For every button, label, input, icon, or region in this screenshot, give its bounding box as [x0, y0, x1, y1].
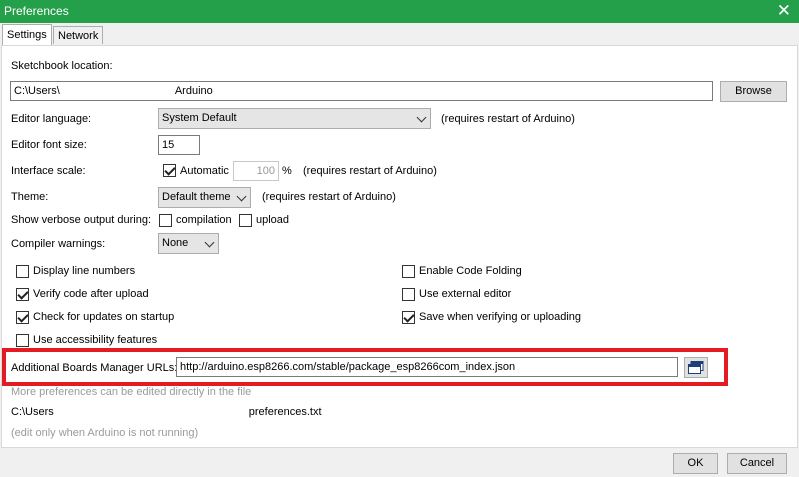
check-updates-label: Check for updates on startup	[33, 311, 175, 323]
tab-strip	[0, 23, 799, 45]
verify-code-label: Verify code after upload	[33, 288, 149, 300]
check-updates-checkbox[interactable]	[16, 311, 29, 324]
redacted-path	[53, 406, 249, 419]
compiler-warnings-select[interactable]: None	[158, 233, 219, 254]
more-prefs-text: More preferences can be edited directly …	[11, 386, 252, 398]
compiler-warnings-value: None	[162, 237, 189, 249]
prefs-path-end: preferences.txt	[248, 406, 322, 418]
cancel-button[interactable]: Cancel	[727, 453, 787, 474]
code-folding-label: Enable Code Folding	[419, 265, 522, 277]
sketchbook-path-start: C:\Users\	[14, 85, 60, 97]
check-icon	[17, 288, 29, 300]
save-on-verify-checkbox[interactable]	[402, 311, 415, 324]
display-line-numbers-checkbox[interactable]	[16, 265, 29, 278]
automatic-label: Automatic	[180, 165, 229, 177]
editor-language-value: System Default	[162, 112, 237, 124]
theme-value: Default theme	[162, 191, 231, 203]
editor-language-label: Editor language:	[11, 113, 92, 125]
sketchbook-path-input[interactable]: C:\Users\ Arduino	[10, 81, 713, 101]
chevron-down-icon	[416, 112, 427, 123]
editor-language-select[interactable]: System Default	[158, 108, 431, 129]
window-title: Preferences	[4, 4, 69, 18]
font-size-label: Editor font size:	[11, 139, 87, 151]
check-icon	[403, 311, 415, 323]
scale-unit: %	[282, 165, 292, 177]
editor-language-note: (requires restart of Arduino)	[441, 113, 575, 125]
prefs-path-start: C:\Users	[11, 406, 54, 418]
open-url-list-button[interactable]	[684, 357, 708, 378]
save-on-verify-label: Save when verifying or uploading	[419, 311, 582, 323]
interface-scale-label: Interface scale:	[11, 165, 86, 177]
close-icon[interactable]: ✕	[777, 1, 791, 21]
display-line-numbers-label: Display line numbers	[33, 265, 136, 277]
prefs-file-path: C:\Users preferences.txt	[11, 406, 322, 419]
browse-button[interactable]: Browse	[720, 81, 787, 102]
automatic-checkbox[interactable]	[163, 164, 176, 177]
edit-note-text: (edit only when Arduino is not running)	[11, 427, 199, 439]
compilation-label: compilation	[176, 214, 232, 226]
upload-label: upload	[256, 214, 290, 226]
upload-checkbox[interactable]	[239, 214, 252, 227]
tab-network[interactable]: Network	[53, 26, 104, 44]
boards-urls-input[interactable]: http://arduino.esp8266.com/stable/packag…	[176, 357, 678, 377]
accessibility-checkbox[interactable]	[16, 334, 29, 347]
ok-button[interactable]: OK	[673, 453, 718, 474]
chevron-down-icon	[236, 191, 247, 202]
sketchbook-path-end: Arduino	[174, 85, 213, 97]
compilation-checkbox[interactable]	[159, 214, 172, 227]
theme-select[interactable]: Default theme	[158, 187, 251, 208]
interface-scale-note: (requires restart of Arduino)	[303, 165, 437, 177]
external-editor-label: Use external editor	[419, 288, 512, 300]
boards-urls-label: Additional Boards Manager URLs:	[11, 362, 178, 374]
check-icon	[17, 311, 29, 323]
theme-label: Theme:	[11, 191, 49, 203]
check-icon	[164, 164, 176, 176]
redacted-username	[59, 82, 175, 94]
chevron-down-icon	[204, 237, 215, 248]
theme-note: (requires restart of Arduino)	[262, 191, 396, 203]
title-bar	[0, 0, 799, 23]
verbose-label: Show verbose output during:	[11, 214, 152, 226]
window-icon	[688, 361, 704, 374]
scale-value-input[interactable]: 100	[233, 161, 279, 181]
sketchbook-label: Sketchbook location:	[11, 60, 113, 72]
verify-code-checkbox[interactable]	[16, 288, 29, 301]
accessibility-label: Use accessibility features	[33, 334, 158, 346]
font-size-input[interactable]: 15	[158, 135, 200, 155]
external-editor-checkbox[interactable]	[402, 288, 415, 301]
compiler-warnings-label: Compiler warnings:	[11, 238, 106, 250]
tab-settings[interactable]: Settings	[2, 24, 52, 45]
code-folding-checkbox[interactable]	[402, 265, 415, 278]
